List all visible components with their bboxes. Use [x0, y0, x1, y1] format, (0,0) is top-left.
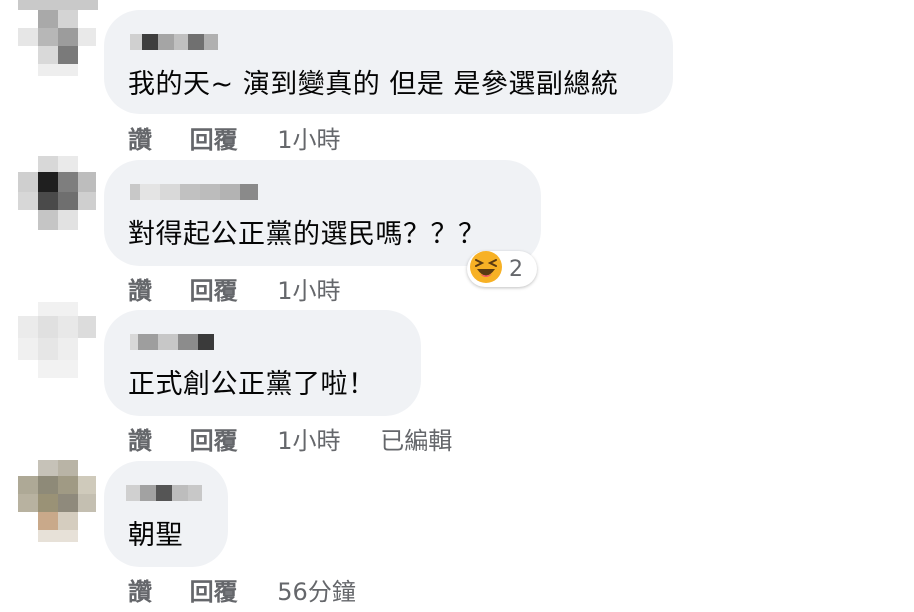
- comment-bubble: 正式創公正黨了啦！: [104, 310, 421, 416]
- timestamp[interactable]: 1小時: [277, 277, 340, 305]
- comment-text: 朝聖: [128, 520, 183, 551]
- comment-text: 正式創公正黨了啦！: [128, 369, 376, 400]
- avatar[interactable]: [18, 0, 98, 76]
- reply-button[interactable]: 回覆: [190, 578, 238, 606]
- timestamp[interactable]: 1小時: [277, 427, 340, 455]
- avatar[interactable]: [18, 460, 96, 542]
- reaction-summary[interactable]: 2: [467, 251, 537, 287]
- comment-actions: 讚 回覆 56分鐘: [128, 572, 356, 607]
- reply-button[interactable]: 回覆: [190, 427, 238, 455]
- timestamp[interactable]: 1小時: [277, 126, 340, 154]
- author-name-blurred[interactable]: [126, 485, 202, 503]
- like-button[interactable]: 讚: [128, 578, 152, 606]
- like-button[interactable]: 讚: [128, 427, 152, 455]
- reaction-count: 2: [509, 256, 523, 282]
- reply-button[interactable]: 回覆: [190, 126, 238, 154]
- edited-label[interactable]: 已編輯: [380, 427, 452, 455]
- comment-bubble: 朝聖: [104, 461, 228, 567]
- avatar[interactable]: [18, 156, 96, 236]
- like-button[interactable]: 讚: [128, 277, 152, 305]
- reply-button[interactable]: 回覆: [190, 277, 238, 305]
- comment-text: 對得起公正黨的選民嗎？？？: [128, 219, 486, 250]
- timestamp[interactable]: 56分鐘: [277, 578, 356, 606]
- author-name-blurred[interactable]: [130, 34, 218, 52]
- comment-actions: 讚 回覆 1小時: [128, 120, 341, 155]
- author-name-blurred[interactable]: [130, 334, 214, 352]
- laughing-emoji-icon: [469, 250, 503, 288]
- comment-bubble: 我的天~ 演到變真的 但是 是參選副總統: [104, 10, 673, 114]
- author-name-blurred[interactable]: [130, 184, 258, 202]
- like-button[interactable]: 讚: [128, 126, 152, 154]
- comment-actions: 讚 回覆 1小時 已編輯: [128, 421, 452, 456]
- avatar[interactable]: [18, 302, 96, 382]
- comment-text: 我的天~ 演到變真的 但是 是參選副總統: [128, 69, 619, 100]
- comment-actions: 讚 回覆 1小時: [128, 271, 341, 306]
